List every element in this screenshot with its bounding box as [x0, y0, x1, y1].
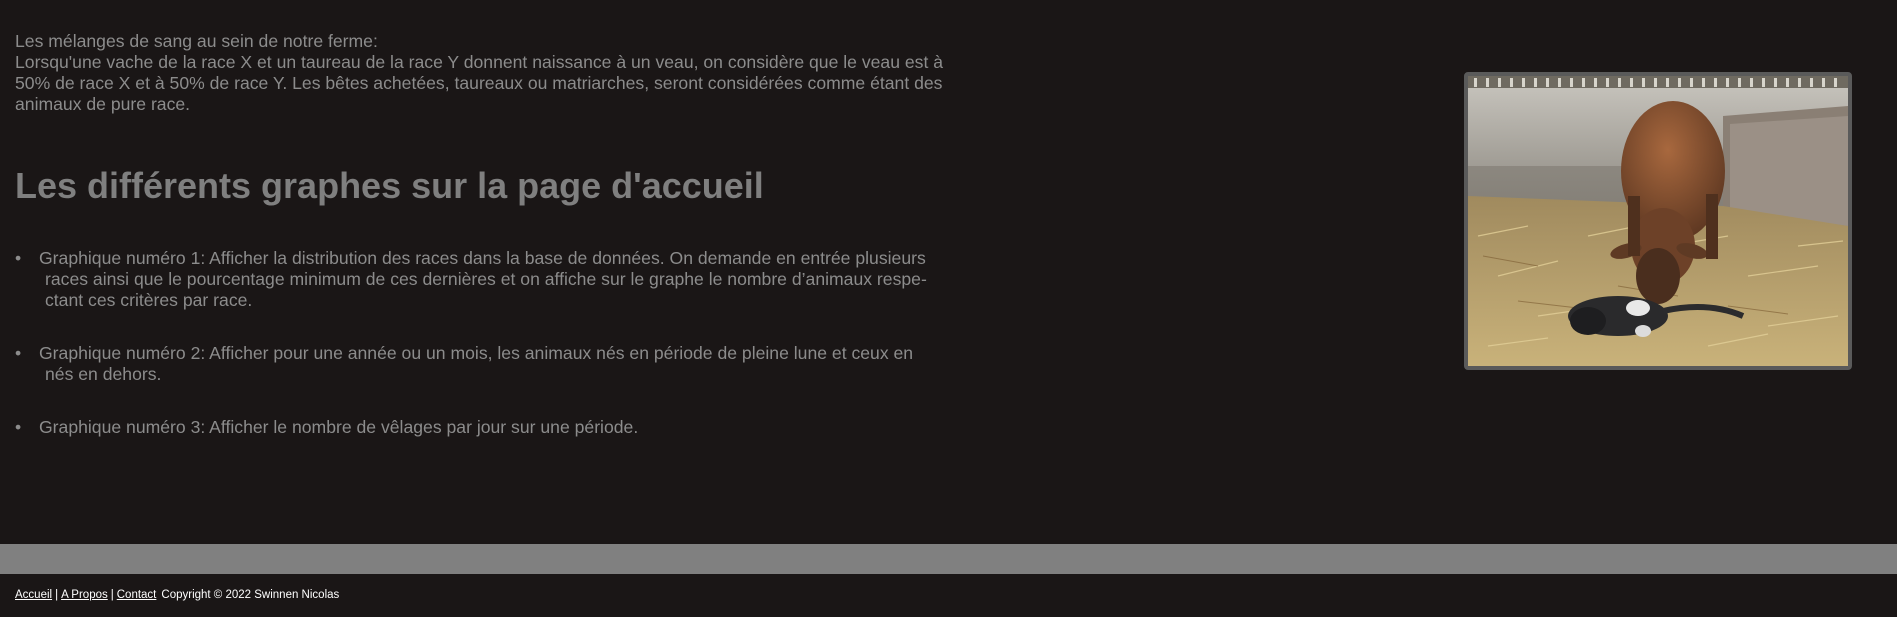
intro-heading-line: Les mélanges de sang au sein de notre fe… [15, 31, 378, 51]
bullet-icon: • [15, 417, 22, 437]
bullet-icon: • [15, 248, 22, 268]
page: Les mélanges de sang au sein de notre fe… [0, 0, 1897, 617]
list-item: • Graphique numéro 2: Afficher pour une … [15, 343, 955, 385]
intro-body: Lorsqu'une vache de la race X et un taur… [15, 52, 944, 114]
bullet-icon: • [15, 343, 22, 363]
cow-calf-photo [1464, 72, 1852, 370]
footer-link-accueil[interactable]: Accueil [15, 589, 52, 601]
footer-link-contact[interactable]: Contact [117, 589, 157, 601]
intro-section: Les mélanges de sang au sein de notre fe… [15, 31, 955, 115]
list-item: • Graphique numéro 1: Afficher la distri… [15, 248, 955, 311]
cow-calf-image [1468, 76, 1848, 366]
graph-list: • Graphique numéro 1: Afficher la distri… [15, 248, 955, 470]
graph-2-line-2: nés en dehors. [45, 364, 162, 384]
graph-1-line-1: Graphique numéro 1: Afficher la distribu… [39, 248, 926, 268]
footer-link-a-propos[interactable]: A Propos [61, 589, 108, 601]
copyright-text: Copyright © 2022 Swinnen Nicolas [161, 589, 340, 601]
graph-3-line-1: Graphique numéro 3: Afficher le nombre d… [39, 417, 639, 437]
graph-1-line-3: ctant ces critères par race. [45, 290, 253, 310]
footer-separator: | [55, 589, 59, 601]
footer: Accueil | A Propos | Contact Copyright © 2022… [15, 589, 339, 601]
graph-2-line-1: Graphique numéro 2: Afficher pour une an… [39, 343, 914, 363]
section-title: Les différents graphes sur la page d'acc… [15, 165, 764, 206]
graph-1-line-2: races ainsi que le pourcentage minimum d… [45, 269, 927, 289]
footer-separator: | [110, 589, 114, 601]
list-item: • Graphique numéro 3: Afficher le nombre… [15, 417, 955, 438]
footer-divider-band [0, 544, 1897, 574]
